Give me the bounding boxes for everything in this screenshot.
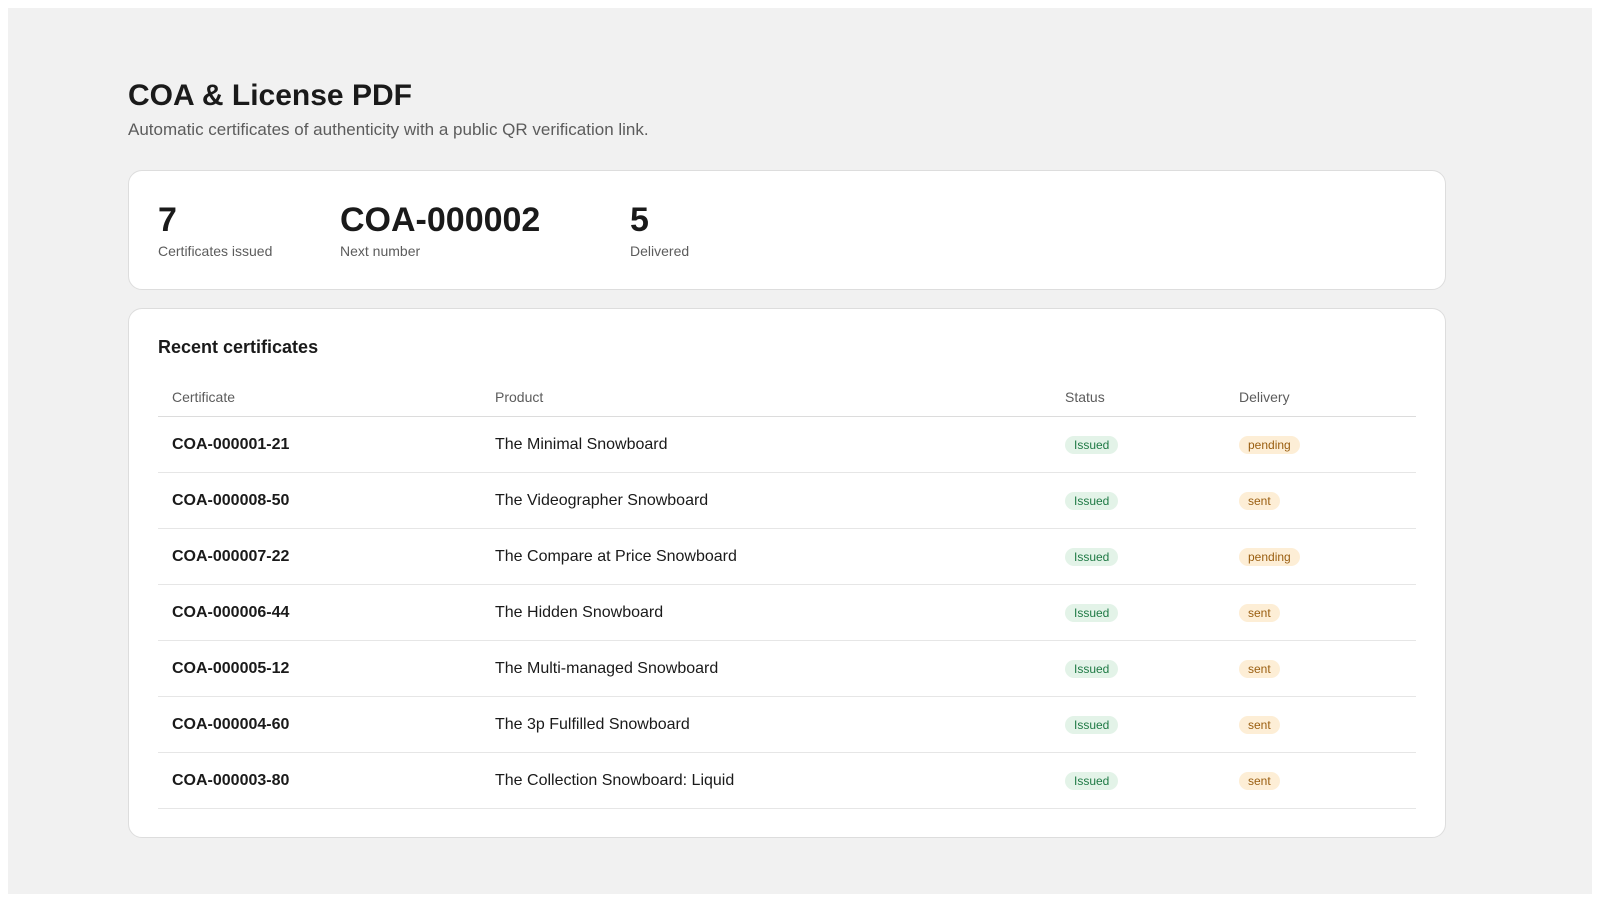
delivery-cell: sent [1239,771,1280,790]
stat-label: Delivered [630,243,690,259]
certificate-number[interactable]: COA-000004-60 [172,716,289,734]
product-name: The Videographer Snowboard [495,491,709,509]
stats-card: 7 Certificates issued COA-000002 Next nu… [128,170,1446,290]
stat-value: 7 [158,201,177,239]
page-header: COA & License PDF Automatic certificates… [128,78,649,140]
table-header: Certificate Product Status Delivery [158,377,1416,417]
status-badge: Issued [1065,771,1119,790]
delivery-badge: sent [1239,603,1280,622]
status-badge: Issued [1065,435,1119,454]
table-row[interactable]: COA-000003-80 The Collection Snowboard: … [158,753,1416,809]
table-row[interactable]: COA-000004-60 The 3p Fulfilled Snowboard… [158,697,1416,753]
column-header-status[interactable]: Status [1065,389,1105,405]
page-subtitle: Automatic certificates of authenticity w… [128,120,649,139]
product-name: The Collection Snowboard: Liquid [495,771,735,789]
product-name: The Multi-managed Snowboard [495,659,719,677]
stat-certificates-issued: 7 Certificates issued [158,201,272,259]
stat-next-number: COA-000002 Next number [340,201,540,259]
status-badge: Issued [1065,659,1119,678]
status-cell: Issued [1065,491,1119,510]
certificate-number[interactable]: COA-000007-22 [172,548,289,566]
delivery-cell: sent [1239,715,1280,734]
status-cell: Issued [1065,715,1119,734]
delivery-badge: sent [1239,659,1280,678]
product-name: The Compare at Price Snowboard [495,547,737,565]
status-cell: Issued [1065,659,1119,678]
product-name: The 3p Fulfilled Snowboard [495,715,690,733]
delivery-cell: pending [1239,435,1300,454]
stat-label: Certificates issued [158,243,273,259]
delivery-badge: sent [1239,491,1280,510]
product-name: The Hidden Snowboard [495,603,664,621]
status-cell: Issued [1065,771,1119,790]
column-header-product[interactable]: Product [495,389,543,405]
status-cell: Issued [1065,435,1119,454]
status-badge: Issued [1065,547,1119,566]
status-badge: Issued [1065,491,1119,510]
table-row[interactable]: COA-000005-12 The Multi-managed Snowboar… [158,641,1416,697]
page-title: COA & License PDF [128,79,412,112]
delivery-cell: sent [1239,659,1280,678]
product-name: The Minimal Snowboard [495,435,668,453]
recent-certificates-card: Recent certificates Certificate Product … [128,308,1446,838]
delivery-cell: pending [1239,547,1300,566]
delivery-badge: pending [1239,435,1300,454]
table-row[interactable]: COA-000001-21 The Minimal Snowboard Issu… [158,417,1416,473]
certificate-number[interactable]: COA-000001-21 [172,436,289,454]
delivery-badge: sent [1239,715,1280,734]
status-cell: Issued [1065,547,1119,566]
page-frame: COA & License PDF Automatic certificates… [8,8,1592,894]
stat-value: COA-000002 [340,201,541,239]
certificate-number[interactable]: COA-000005-12 [172,660,289,678]
delivery-badge: sent [1239,771,1280,790]
recent-certificates-title: Recent certificates [158,337,319,357]
table-row[interactable]: COA-000007-22 The Compare at Price Snowb… [158,529,1416,585]
certificates-table: Certificate Product Status Delivery COA-… [158,377,1416,809]
column-header-delivery[interactable]: Delivery [1239,389,1290,405]
stat-delivered: 5 Delivered [630,201,689,259]
delivery-badge: pending [1239,547,1300,566]
status-badge: Issued [1065,715,1119,734]
certificate-number[interactable]: COA-000006-44 [172,604,289,622]
delivery-cell: sent [1239,603,1280,622]
column-header-certificate[interactable]: Certificate [172,389,235,405]
table-row[interactable]: COA-000008-50 The Videographer Snowboard… [158,473,1416,529]
status-badge: Issued [1065,603,1119,622]
status-cell: Issued [1065,603,1119,622]
stat-label: Next number [340,243,421,259]
certificate-number[interactable]: COA-000003-80 [172,772,289,790]
delivery-cell: sent [1239,491,1280,510]
certificate-number[interactable]: COA-000008-50 [172,492,289,510]
table-row[interactable]: COA-000006-44 The Hidden Snowboard Issue… [158,585,1416,641]
stat-value: 5 [630,201,649,239]
